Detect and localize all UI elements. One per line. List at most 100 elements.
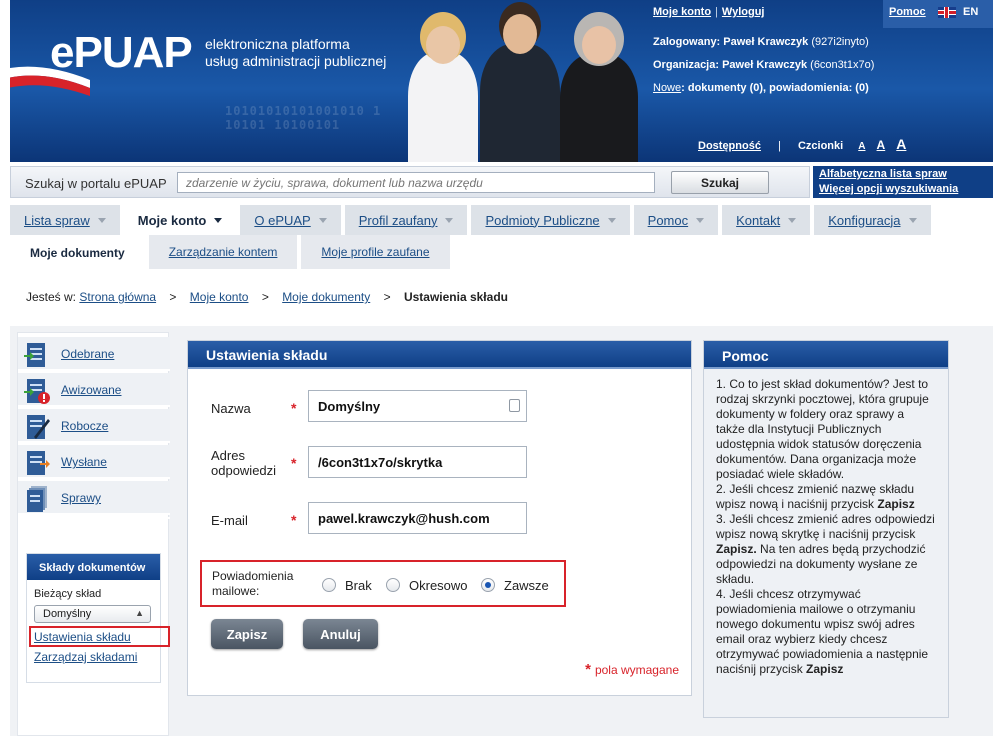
folder-sprawy[interactable]: Sprawy xyxy=(18,481,170,515)
breadcrumb-documents[interactable]: Moje dokumenty xyxy=(282,290,370,304)
tab-label: Moje konto xyxy=(137,212,207,228)
font-small-link[interactable]: A xyxy=(858,141,865,152)
help-panel: Pomoc 1. Co to jest skład dokumentów? Je… xyxy=(703,340,949,718)
tab-konfiguracja[interactable]: Konfiguracja xyxy=(814,205,931,235)
save-button[interactable]: Zapisz xyxy=(211,619,283,649)
logged-label: Zalogowany: xyxy=(653,36,721,48)
account-links: Moje konto | Wyloguj xyxy=(653,6,765,18)
subtab-zarzadzanie-kontem[interactable]: Zarządzanie kontem xyxy=(148,235,298,269)
folder-label[interactable]: Odebrane xyxy=(61,347,114,361)
folder-robocze[interactable]: Robocze xyxy=(18,409,170,443)
current-store-select[interactable]: Domyślny ▲ xyxy=(34,605,151,623)
subtab-moje-dokumenty[interactable]: Moje dokumenty xyxy=(10,235,145,269)
radio-label-okresowo[interactable]: Okresowo xyxy=(409,578,468,593)
notifications-label-line-1: Powiadomienia xyxy=(212,569,294,583)
search-button[interactable]: Szukaj xyxy=(671,171,769,194)
person-woman-2 xyxy=(560,26,638,162)
breadcrumb-current: Ustawienia składu xyxy=(403,290,508,304)
binary-line-2: 10101 10100101 xyxy=(225,118,341,132)
current-store-value: Domyślny xyxy=(43,608,92,620)
people-photo xyxy=(400,14,640,162)
more-search-options-link[interactable]: Więcej opcji wyszukiwania xyxy=(819,182,987,197)
help-language-box: Pomoc EN xyxy=(883,0,993,28)
radio-okresowo[interactable] xyxy=(386,578,400,592)
manage-stores-link[interactable]: Zarządzaj składami xyxy=(34,650,137,664)
folder-label[interactable]: Awizowane xyxy=(61,383,121,397)
help-title: Pomoc xyxy=(704,341,948,369)
highlight-box xyxy=(29,626,170,647)
required-star: * xyxy=(585,661,591,678)
subtab-moje-profile-zaufane[interactable]: Moje profile zaufane xyxy=(301,235,450,269)
logged-name: Paweł Krawczyk xyxy=(723,36,809,48)
tab-label: Profil zaufany xyxy=(358,212,438,228)
chevron-down-icon xyxy=(318,217,327,223)
uk-flag-icon[interactable] xyxy=(938,7,956,18)
breadcrumb-prefix: Jesteś w: xyxy=(26,290,77,304)
required-note-text: pola wymagane xyxy=(594,663,679,677)
chevron-down-icon xyxy=(214,217,223,223)
font-medium-link[interactable]: A xyxy=(877,138,886,152)
reply-address-value: /6con3t1x7o/skrytka xyxy=(318,455,443,470)
cancel-button[interactable]: Anuluj xyxy=(303,619,378,649)
accessibility-link[interactable]: Dostępność xyxy=(698,140,761,152)
epuap-logo[interactable]: ePUAP xyxy=(50,28,193,78)
folder-label[interactable]: Sprawy xyxy=(61,491,101,505)
tab-lista-spraw[interactable]: Lista spraw xyxy=(10,205,120,235)
chevron-down-icon xyxy=(445,217,454,223)
alphabetical-list-link[interactable]: Alfabetyczna lista spraw xyxy=(819,167,987,182)
email-label: E-mail xyxy=(211,513,248,528)
breadcrumb-account[interactable]: Moje konto xyxy=(190,290,249,304)
reply-address-field[interactable]: /6con3t1x7o/skrytka xyxy=(308,446,527,478)
name-label: Nazwa xyxy=(211,401,251,416)
chevron-down-icon xyxy=(97,217,106,223)
tab-podmioty-publiczne[interactable]: Podmioty Publiczne xyxy=(471,205,630,235)
breadcrumb-home[interactable]: Strona główna xyxy=(79,290,156,304)
tab-kontakt[interactable]: Kontakt xyxy=(722,205,811,235)
radio-label-brak[interactable]: Brak xyxy=(345,578,372,593)
logout-link[interactable]: Wyloguj xyxy=(722,6,765,18)
font-large-link[interactable]: A xyxy=(896,136,906,152)
org-id: (6con3t1x7o) xyxy=(810,59,875,71)
help-bold-span: Zapisz xyxy=(806,662,844,676)
name-value: Domyślny xyxy=(318,399,381,414)
address-label-line-2: odpowiedzi xyxy=(211,463,277,478)
folder-odebrane[interactable]: Odebrane xyxy=(18,337,170,371)
notice-icon xyxy=(24,379,50,404)
document-stores-box: Składy dokumentów Bieżący skład Domyślny… xyxy=(26,553,170,683)
panel-title: Ustawienia składu xyxy=(188,341,691,369)
org-label: Organizacja: xyxy=(653,59,720,71)
my-account-link[interactable]: Moje konto xyxy=(653,6,711,18)
folder-spacer xyxy=(18,517,170,519)
help-paragraph-4: 4. Jeśli chcesz otrzymywać powiadomienia… xyxy=(716,587,936,677)
help-link[interactable]: Pomoc xyxy=(889,6,926,18)
name-field[interactable]: Domyślny xyxy=(308,390,527,422)
tab-label: Podmioty Publiczne xyxy=(485,212,600,228)
tab-moje-konto[interactable]: Moje konto xyxy=(123,205,237,235)
accessibility-bar: Dostępność | Czcionki A A A xyxy=(698,136,906,152)
radio-label-zawsze[interactable]: Zawsze xyxy=(504,578,549,593)
new-items-link[interactable]: Nowe xyxy=(653,82,681,94)
email-field[interactable]: pawel.krawczyk@hush.com xyxy=(308,502,527,534)
tab-pomoc[interactable]: Pomoc xyxy=(633,205,719,235)
tab-o-epuap[interactable]: O ePUAP xyxy=(240,205,341,235)
search-bar: Szukaj w portalu ePUAP Szukaj xyxy=(10,166,810,198)
folder-label[interactable]: Robocze xyxy=(61,419,108,433)
folder-awizowane[interactable]: Awizowane xyxy=(18,373,170,407)
radio-brak[interactable] xyxy=(322,578,336,592)
radio-zawsze[interactable] xyxy=(481,578,495,592)
search-input[interactable] xyxy=(177,172,655,193)
sent-icon xyxy=(27,451,50,475)
help-bold-span: Zapisz xyxy=(877,497,915,511)
contact-card-icon[interactable] xyxy=(509,399,520,412)
sub-nav: Moje dokumenty Zarządzanie kontem Moje p… xyxy=(10,235,454,269)
tab-label: Konfiguracja xyxy=(828,212,901,228)
folder-label[interactable]: Wysłane xyxy=(61,455,107,469)
folder-wyslane[interactable]: Wysłane xyxy=(18,445,170,479)
tab-profil-zaufany[interactable]: Profil zaufany xyxy=(344,205,468,235)
fonts-label: Czcionki xyxy=(797,140,844,152)
main-nav: Lista spraw Moje konto O ePUAP Profil za… xyxy=(10,205,935,235)
breadcrumb-sep: > xyxy=(169,290,177,304)
language-en[interactable]: EN xyxy=(963,6,978,18)
chevron-down-icon xyxy=(696,217,705,223)
tagline: elektroniczna platforma usług administra… xyxy=(205,36,386,70)
